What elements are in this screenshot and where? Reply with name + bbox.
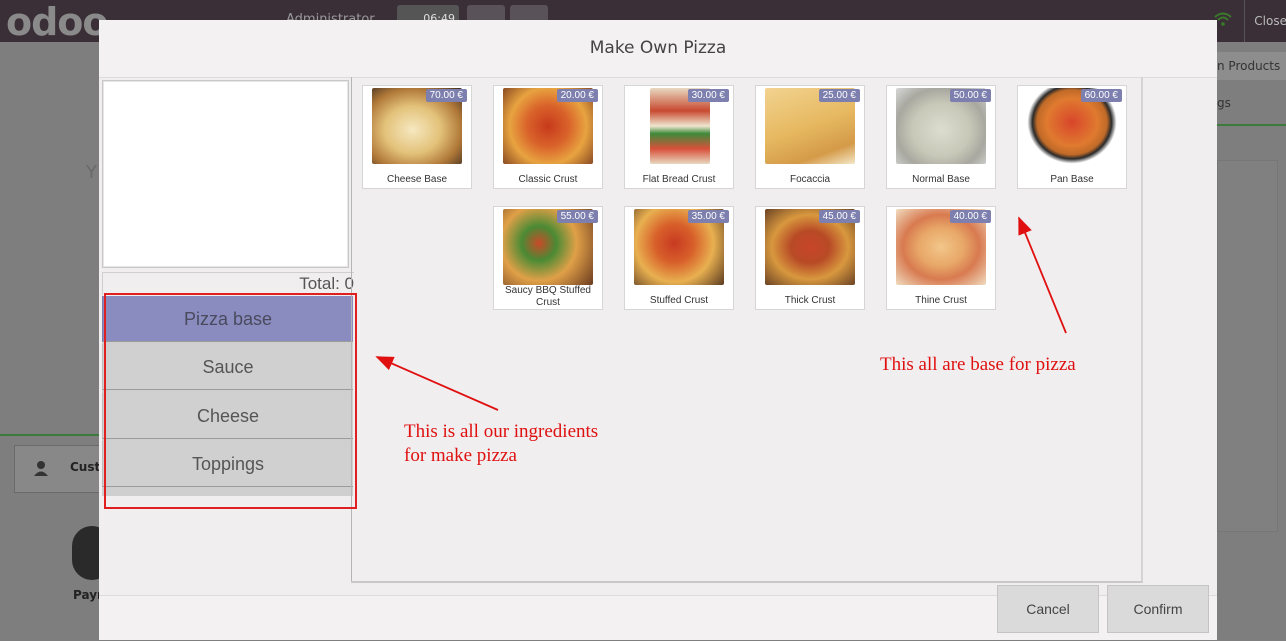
- total-row: Total: 0: [102, 272, 354, 295]
- total-label: Total: 0: [299, 274, 354, 293]
- price-badge: 55.00 €: [556, 210, 598, 223]
- product-card[interactable]: 45.00 € Thick Crust: [755, 206, 865, 310]
- user-icon: [34, 461, 48, 476]
- product-name: Pan Base: [1050, 174, 1094, 185]
- annotation-line: This is all our ingredients: [404, 421, 599, 442]
- product-name: Focaccia: [789, 174, 830, 185]
- product-card[interactable]: 30.00 € Flat Bread Crust: [624, 85, 734, 189]
- price-badge: 45.00 €: [818, 210, 860, 223]
- dialog-title: Make Own Pizza: [99, 20, 1217, 78]
- product-card[interactable]: 50.00 € Normal Base: [886, 85, 996, 189]
- product-name: Thine Crust: [915, 295, 967, 306]
- annotation-highlight-box: [104, 293, 357, 509]
- customer-label: Cust: [70, 460, 101, 474]
- price-badge: 50.00 €: [949, 89, 991, 102]
- annotation-line: for make pizza: [404, 445, 517, 466]
- product-grid: 70.00 € Cheese Base 20.00 € Classic Crus…: [351, 77, 1143, 583]
- close-session-button[interactable]: Close: [1244, 0, 1286, 42]
- price-badge: 60.00 €: [1080, 89, 1122, 102]
- product-name: Saucy BBQ Stuffed Crust: [505, 285, 591, 308]
- product-card[interactable]: 20.00 € Classic Crust: [493, 85, 603, 189]
- cancel-button[interactable]: Cancel: [997, 585, 1099, 633]
- price-badge: 30.00 €: [687, 89, 729, 102]
- annotation-ingredients-text: This is all our ingredients for make piz…: [404, 420, 598, 468]
- products-tab[interactable]: n Products: [1217, 52, 1286, 80]
- price-badge: 70.00 €: [425, 89, 467, 102]
- confirm-button[interactable]: Confirm: [1107, 585, 1209, 633]
- background-text: Y: [86, 162, 97, 183]
- product-card[interactable]: 25.00 € Focaccia: [755, 85, 865, 189]
- product-name: Flat Bread Crust: [642, 174, 716, 185]
- product-name: Cheese Base: [386, 174, 448, 185]
- product-card[interactable]: 40.00 € Thine Crust: [886, 206, 996, 310]
- price-badge: 20.00 €: [556, 89, 598, 102]
- product-name: Thick Crust: [784, 295, 836, 306]
- product-card[interactable]: 35.00 € Stuffed Crust: [624, 206, 734, 310]
- annotation-bases-text: This all are base for pizza: [880, 354, 1076, 375]
- background-tab[interactable]: gs: [1217, 96, 1231, 110]
- product-name: Normal Base: [912, 174, 970, 185]
- price-badge: 35.00 €: [687, 210, 729, 223]
- odoo-logo: odoo: [6, 0, 109, 44]
- product-card[interactable]: 70.00 € Cheese Base: [362, 85, 472, 189]
- product-card[interactable]: 60.00 € Pan Base: [1017, 85, 1127, 189]
- selection-summary: [102, 80, 349, 268]
- divider: [1217, 124, 1286, 126]
- price-badge: 25.00 €: [818, 89, 860, 102]
- price-badge: 40.00 €: [949, 210, 991, 223]
- product-card[interactable]: 55.00 € Saucy BBQ Stuffed Crust: [493, 206, 603, 310]
- product-name: Stuffed Crust: [649, 295, 709, 306]
- product-name: Classic Crust: [518, 174, 578, 185]
- product-panel: [1217, 160, 1278, 532]
